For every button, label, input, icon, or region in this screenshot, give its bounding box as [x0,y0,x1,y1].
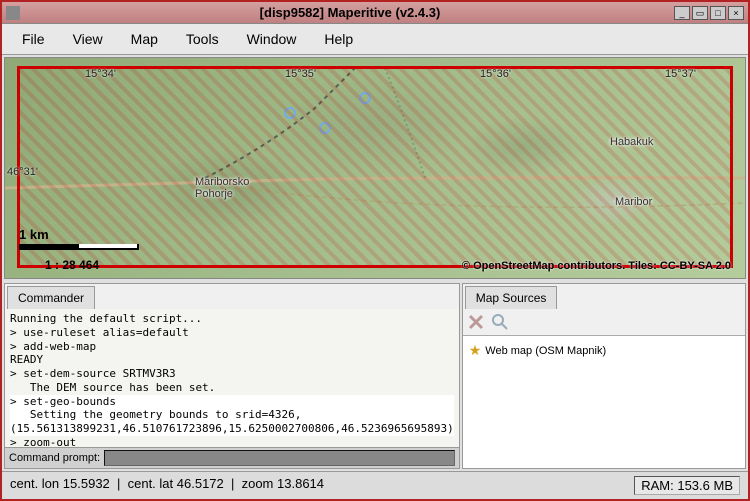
commander-console[interactable]: Running the default script...> use-rules… [5,309,459,447]
commander-tab[interactable]: Commander [7,286,95,309]
source-item-label: Web map (OSM Mapnik) [485,345,606,357]
lon-tick: 15°37' [665,68,696,80]
place-label-habakuk: Habakuk [610,136,653,148]
place-label-pohorje: Mariborsko Pohorje [195,176,249,200]
sources-toolbar [463,309,745,336]
scale-distance: 1 km [19,227,139,242]
status-coords: cent. lon 15.5932 | cent. lat 46.5172 | … [10,476,634,495]
minimize-button[interactable]: _ [674,6,690,20]
lon-tick: 15°34' [85,68,116,80]
map-sources-tab[interactable]: Map Sources [465,286,558,309]
menu-view[interactable]: View [61,28,115,50]
maximize-button[interactable]: □ [710,6,726,20]
lat-tick: 46°31' [7,166,38,178]
scale-ratio: 1 : 28 464 [45,258,99,272]
close-button[interactable]: × [728,6,744,20]
window-controls: _ ▭ □ × [674,6,744,20]
lon-tick: 15°35' [285,68,316,80]
menu-file[interactable]: File [10,28,57,50]
map-attribution: © OpenStreetMap contributors. Tiles: CC-… [462,260,731,272]
lon-tick: 15°36' [480,68,511,80]
command-prompt-label: Command prompt: [9,452,100,464]
app-icon [6,6,20,20]
titlebar[interactable]: [disp9582] Maperitive (v2.4.3) _ ▭ □ × [2,2,748,24]
place-label-maribor: Maribor [615,196,652,208]
commander-panel: Commander Running the default script...>… [4,283,460,469]
star-icon: ★ [469,342,482,359]
restore-button[interactable]: ▭ [692,6,708,20]
menu-window[interactable]: Window [235,28,309,50]
delete-source-icon[interactable] [467,313,485,331]
command-prompt-row: Command prompt: [5,447,459,468]
window-title: [disp9582] Maperitive (v2.4.3) [26,5,674,20]
map-canvas[interactable]: 15°34' 15°35' 15°36' 15°37' 46°31' Marib… [4,57,746,279]
app-window: [disp9582] Maperitive (v2.4.3) _ ▭ □ × F… [0,0,750,501]
bottom-panels: Commander Running the default script...>… [2,281,748,471]
status-bar: cent. lon 15.5932 | cent. lat 46.5172 | … [2,471,748,499]
menu-tools[interactable]: Tools [174,28,231,50]
menu-help[interactable]: Help [312,28,365,50]
map-sources-panel: Map Sources ★ Web map (OSM Mapnik) [462,283,746,469]
menu-map[interactable]: Map [119,28,170,50]
command-input[interactable] [104,450,455,466]
sources-list[interactable]: ★ Web map (OSM Mapnik) [463,336,745,468]
status-ram: RAM: 153.6 MB [634,476,740,495]
menubar: File View Map Tools Window Help [2,24,748,55]
scale-bar: 1 km [19,227,139,250]
source-item[interactable]: ★ Web map (OSM Mapnik) [469,340,739,361]
zoom-source-icon[interactable] [491,313,509,331]
